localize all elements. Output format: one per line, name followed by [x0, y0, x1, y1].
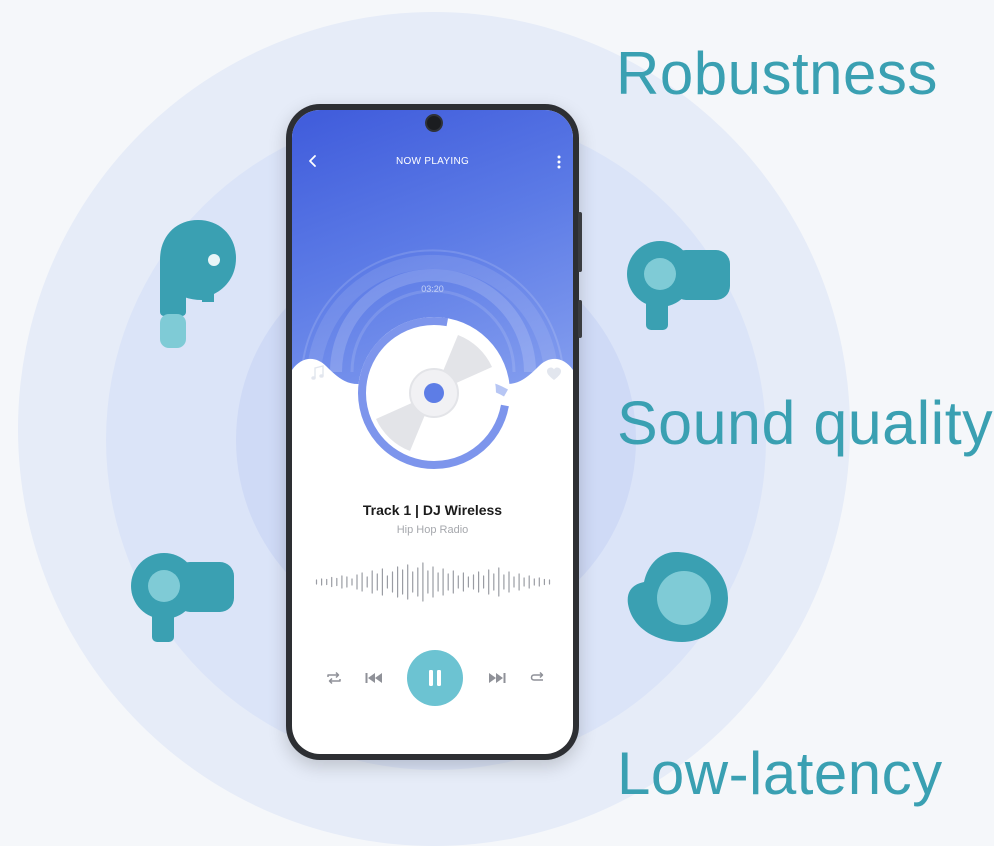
loop-icon[interactable]	[530, 671, 546, 685]
station-name: Hip Hop Radio	[396, 524, 469, 536]
elapsed-time: 03:20	[421, 284, 444, 294]
repeat-icon[interactable]	[326, 671, 342, 685]
round-earbud-icon	[627, 552, 728, 642]
smartphone: NOW PLAYING 03:20 Track 1 | DJ Wireless …	[286, 104, 582, 760]
pause-icon	[429, 670, 441, 686]
track-title: Track 1 | DJ Wireless	[362, 502, 503, 518]
more-vertical-icon[interactable]	[556, 154, 562, 170]
feature-robustness-label: Robustness	[616, 40, 938, 107]
volume-button	[578, 212, 582, 272]
pause-button[interactable]	[407, 650, 463, 706]
feature-sound-quality-label: Sound quality	[617, 389, 994, 457]
stem-earbud-icon	[160, 220, 236, 348]
skip-next-icon[interactable]	[488, 672, 506, 684]
album-disc	[358, 317, 510, 469]
in-ear-earbud-icon-bottom	[131, 553, 234, 642]
feature-low-latency-label: Low-latency	[617, 740, 943, 807]
front-camera	[425, 114, 443, 132]
power-button	[578, 300, 582, 338]
now-playing-title: NOW PLAYING	[395, 156, 470, 167]
music-note-icon	[311, 365, 324, 380]
skip-previous-icon[interactable]	[365, 672, 383, 684]
audio-waveform	[315, 562, 551, 602]
heart-icon[interactable]	[546, 366, 562, 382]
phone-screen: NOW PLAYING 03:20 Track 1 | DJ Wireless …	[292, 110, 573, 754]
in-ear-earbud-icon-top	[627, 241, 730, 330]
